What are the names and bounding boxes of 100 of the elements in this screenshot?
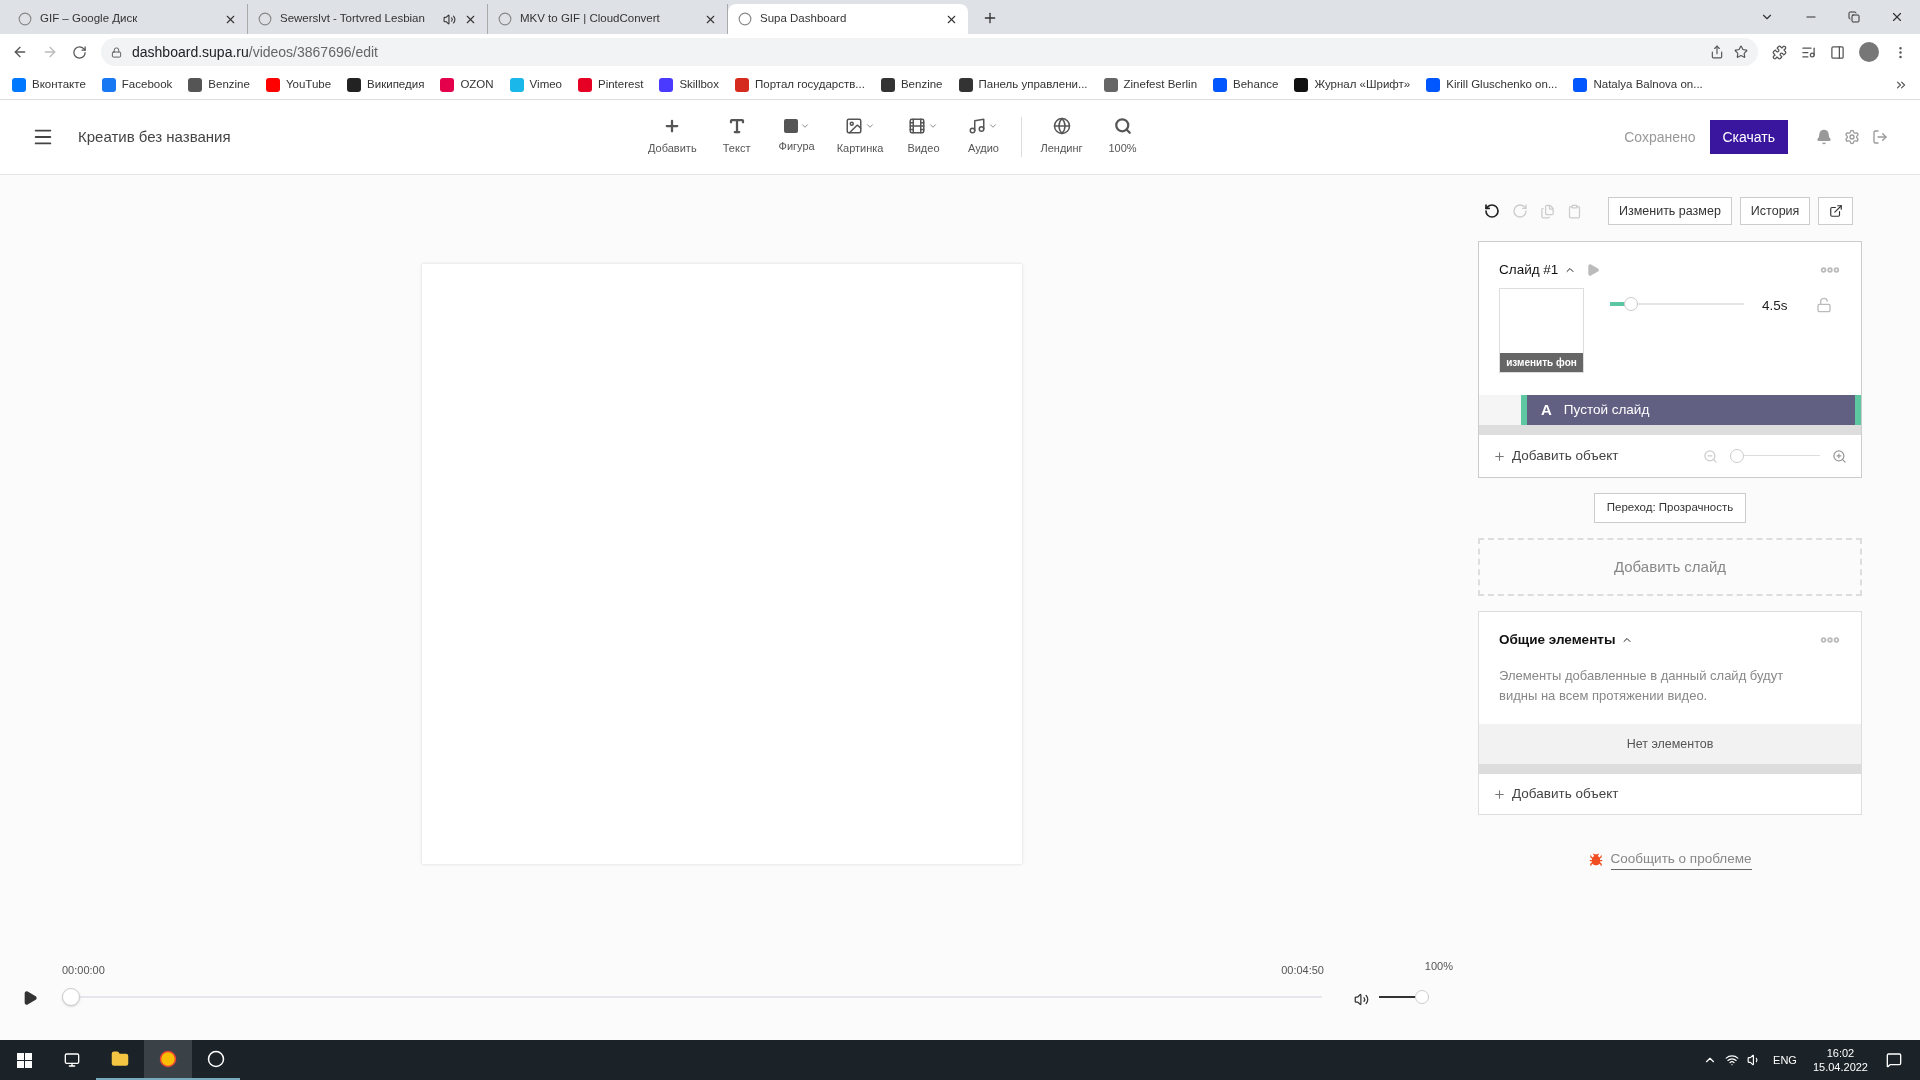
volume-icon[interactable]: [1354, 992, 1369, 1007]
favicon-icon: [258, 12, 272, 26]
bookmark-item[interactable]: OZON: [440, 75, 494, 94]
slider-thumb[interactable]: [1415, 990, 1429, 1004]
settings-icon[interactable]: [1844, 129, 1860, 145]
lock-icon: [111, 46, 122, 58]
report-problem-link[interactable]: Сообщить о проблеме: [1610, 849, 1752, 871]
external-link-icon: [1828, 204, 1843, 218]
favicon-icon: [18, 12, 32, 26]
timeline-track[interactable]: [62, 988, 1322, 1006]
slide-title: Слайд #1: [1499, 260, 1559, 279]
new-tab-icon[interactable]: [982, 10, 998, 26]
back-icon[interactable]: [12, 44, 28, 60]
globe-icon: [1052, 117, 1071, 136]
saved-status: Сохранено: [1624, 127, 1696, 147]
address-field[interactable]: dashboard.supa.ru/videos/3867696/edit: [101, 38, 1758, 66]
browser-taskbar-icon[interactable]: [144, 1040, 192, 1080]
bookmark-item[interactable]: Портал государств...: [735, 75, 865, 94]
extensions-icon[interactable]: [1772, 44, 1787, 60]
bookmark-item[interactable]: Журнал «Шрифт»: [1294, 75, 1411, 94]
bookmark-item[interactable]: Kirill Gluschenko on...: [1426, 75, 1558, 94]
toolbar-button[interactable]: Фигура: [766, 119, 827, 155]
side-panel-icon[interactable]: [1830, 44, 1845, 60]
bookmark-item[interactable]: Benzine: [880, 75, 943, 94]
network-icon[interactable]: [1725, 1053, 1740, 1067]
bell-icon[interactable]: [1816, 129, 1832, 145]
search-icon: [1113, 117, 1132, 136]
duration-slider[interactable]: [1610, 297, 1744, 311]
resize-button[interactable]: Изменить размер: [1608, 197, 1732, 225]
zoom-slider[interactable]: [1730, 449, 1820, 463]
undo-icon[interactable]: [1484, 203, 1500, 219]
share-icon[interactable]: [1710, 45, 1724, 59]
notifications-icon[interactable]: [1886, 1052, 1902, 1068]
clock[interactable]: 16:02 15.04.2022: [1812, 1046, 1868, 1074]
tab-title: MKV to GIF | CloudConvert: [520, 11, 660, 27]
add-slide-button[interactable]: Добавить слайд: [1478, 538, 1862, 596]
bookmark-item[interactable]: Pinterest: [578, 75, 644, 94]
image-icon: [845, 117, 876, 136]
change-background-label[interactable]: изменить фон: [1500, 353, 1583, 372]
empty-list-message: Нет элементов: [1479, 724, 1861, 774]
film-icon: [908, 117, 939, 136]
bookmark-item[interactable]: Behance: [1213, 75, 1279, 94]
add-object-button[interactable]: Добавить объект: [1493, 783, 1619, 805]
zoom-in-icon[interactable]: [1832, 448, 1847, 464]
volume-reading: 100%: [1424, 959, 1453, 974]
bookmark-item[interactable]: Вконтакте: [12, 75, 86, 94]
open-external-button[interactable]: [1818, 197, 1854, 225]
toolbar-button[interactable]: Добавить: [638, 117, 707, 157]
toolbar-button[interactable]: Текст: [706, 117, 767, 157]
toolbar-button[interactable]: 100%: [1092, 117, 1153, 157]
close-icon[interactable]: [1890, 10, 1904, 24]
bookmark-item[interactable]: Википедия: [347, 75, 425, 94]
slide-thumbnail[interactable]: изменить фон: [1499, 288, 1584, 373]
add-object-button[interactable]: Добавить объект: [1493, 445, 1619, 467]
favicon-icon: [498, 12, 512, 26]
bookmark-item[interactable]: Zinefest Berlin: [1103, 75, 1198, 94]
common-elements-title: Общие элементы: [1499, 630, 1616, 649]
bug-icon: [1588, 852, 1603, 867]
bookmark-item[interactable]: YouTube: [265, 75, 332, 94]
bookmark-item[interactable]: Facebook: [101, 75, 173, 94]
slider-thumb[interactable]: [1730, 449, 1744, 463]
avatar-icon[interactable]: [1859, 42, 1879, 62]
bookmark-item[interactable]: Natalya Balnova on...: [1573, 75, 1703, 94]
logout-icon[interactable]: [1872, 129, 1888, 145]
url-text: dashboard.supa.ru/videos/3867696/edit: [132, 42, 378, 62]
bookmark-item[interactable]: Vimeo: [509, 75, 562, 94]
bookmark-item[interactable]: Панель управлени...: [958, 75, 1088, 94]
transition-button[interactable]: Переход: Прозрачность: [1593, 493, 1747, 523]
music-icon: [968, 117, 999, 136]
square-icon: [783, 119, 810, 134]
tab-title: Sewerslvt - Tortvred Lesbian: [280, 11, 425, 27]
duration-value: 4.5s: [1762, 297, 1788, 315]
tab-title: Supa Dashboard: [760, 11, 847, 27]
play-icon[interactable]: [22, 990, 38, 1006]
restore-icon[interactable]: [1848, 11, 1860, 23]
history-button[interactable]: История: [1739, 197, 1811, 225]
bookmark-item[interactable]: Skillbox: [659, 75, 720, 94]
common-elements-description: Элементы добавленные в данный слайд будут видны на всем протяжении видео.: [1498, 667, 1785, 705]
bookmark-star-icon[interactable]: [1734, 45, 1748, 59]
timeline-thumb[interactable]: [62, 988, 80, 1006]
layer-name: Пустой слайд: [1563, 400, 1650, 419]
plus-icon: [1493, 787, 1506, 801]
toolbar-button[interactable]: Лендинг: [1030, 117, 1093, 157]
tab-title: GIF – Google Диск: [40, 11, 138, 27]
plus-icon: [1493, 449, 1506, 463]
layer-type-letter: A: [1541, 399, 1552, 420]
reload-icon[interactable]: [72, 44, 87, 60]
volume-slider[interactable]: [1379, 990, 1429, 1004]
toolbar-button[interactable]: Аудио: [953, 117, 1014, 157]
slider-thumb[interactable]: [1624, 297, 1639, 311]
browser-tab[interactable]: Supa Dashboard: [728, 4, 968, 34]
layer-bar[interactable]: A Пустой слайд: [1521, 395, 1861, 425]
current-time: 00:00:00: [62, 963, 105, 978]
toolbar-button[interactable]: Картинка: [826, 117, 894, 157]
media-icon[interactable]: [1801, 44, 1816, 60]
favicon-icon: [738, 12, 752, 26]
toolbar-button[interactable]: Видео: [893, 117, 954, 157]
download-button[interactable]: Скачать: [1709, 120, 1788, 154]
language-indicator[interactable]: ENG: [1773, 1051, 1797, 1069]
bookmark-item[interactable]: Benzine: [188, 75, 250, 94]
